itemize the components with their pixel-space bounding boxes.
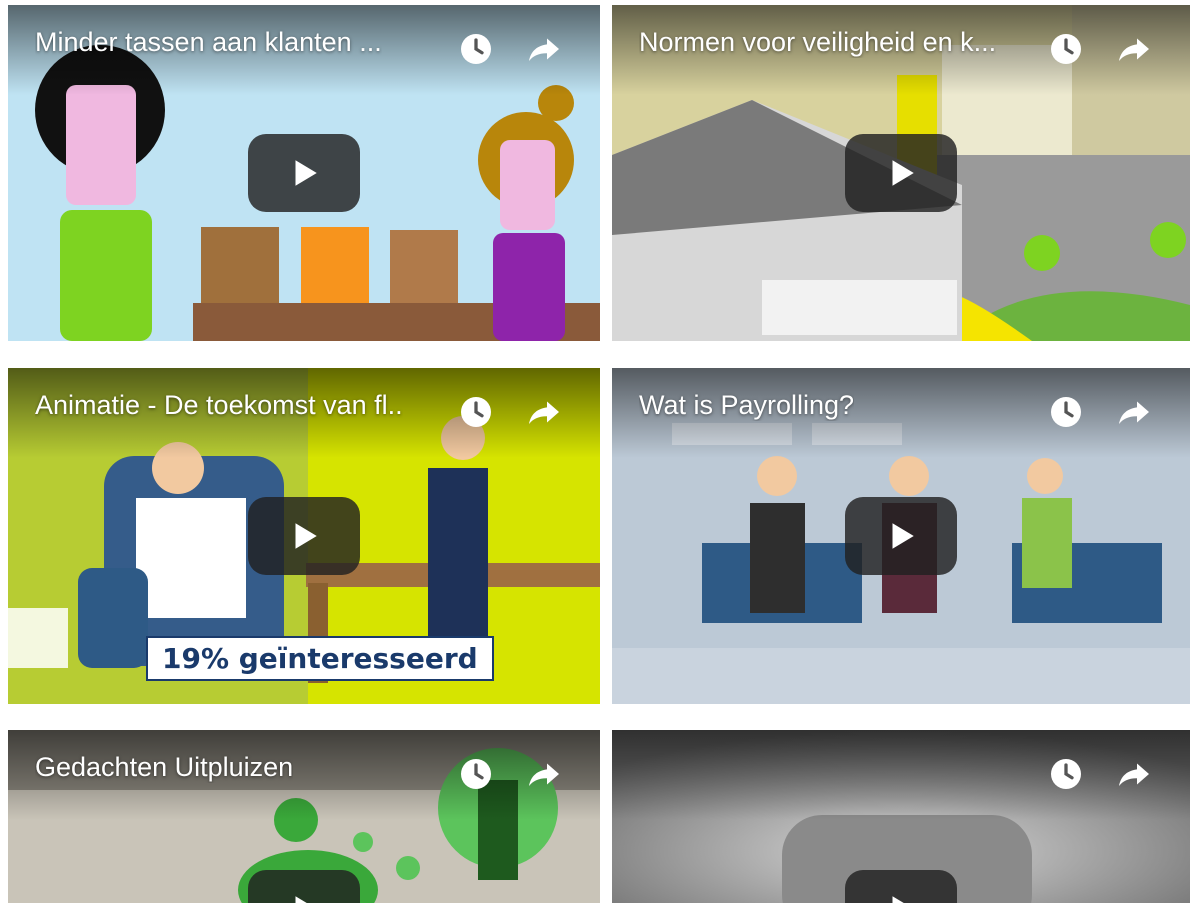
clock-icon[interactable] <box>1046 754 1086 794</box>
play-icon <box>892 160 914 186</box>
video-tile-4[interactable]: Wat is Payrolling? <box>612 368 1190 704</box>
video-tile-2[interactable]: Normen voor veiligheid en k... <box>612 5 1190 341</box>
share-arrow-icon[interactable] <box>1114 29 1154 69</box>
video-tile-3[interactable]: Animatie - De toekomst van fl.. 19% geïn… <box>8 368 600 704</box>
share-arrow-icon[interactable] <box>524 392 564 432</box>
play-button[interactable] <box>845 497 957 575</box>
video-title[interactable]: Wat is Payrolling? <box>639 390 854 421</box>
share-arrow-icon[interactable] <box>524 29 564 69</box>
clock-icon[interactable] <box>1046 392 1086 432</box>
video-tile-1[interactable]: Minder tassen aan klanten ... <box>8 5 600 341</box>
clock-icon[interactable] <box>456 392 496 432</box>
video-title[interactable]: Gedachten Uitpluizen <box>35 752 293 783</box>
play-button[interactable] <box>248 134 360 212</box>
video-title[interactable]: Minder tassen aan klanten ... <box>35 27 382 58</box>
video-tile-6[interactable] <box>612 730 1190 903</box>
video-title[interactable]: Animatie - De toekomst van fl.. <box>35 390 403 421</box>
play-button[interactable] <box>845 870 957 903</box>
play-button[interactable] <box>248 870 360 903</box>
share-arrow-icon[interactable] <box>1114 392 1154 432</box>
video-tile-5[interactable]: Gedachten Uitpluizen <box>8 730 600 903</box>
clock-icon[interactable] <box>456 29 496 69</box>
play-button[interactable] <box>845 134 957 212</box>
statistic-banner: 19% geïnteresseerd <box>146 636 494 681</box>
play-icon <box>892 523 914 549</box>
play-icon <box>892 896 904 903</box>
video-title[interactable]: Normen voor veiligheid en k... <box>639 27 996 58</box>
clock-icon[interactable] <box>456 754 496 794</box>
play-icon <box>295 523 317 549</box>
play-icon <box>295 160 317 186</box>
clock-icon[interactable] <box>1046 29 1086 69</box>
share-arrow-icon[interactable] <box>1114 754 1154 794</box>
play-button[interactable] <box>248 497 360 575</box>
share-arrow-icon[interactable] <box>524 754 564 794</box>
play-icon <box>295 896 307 903</box>
